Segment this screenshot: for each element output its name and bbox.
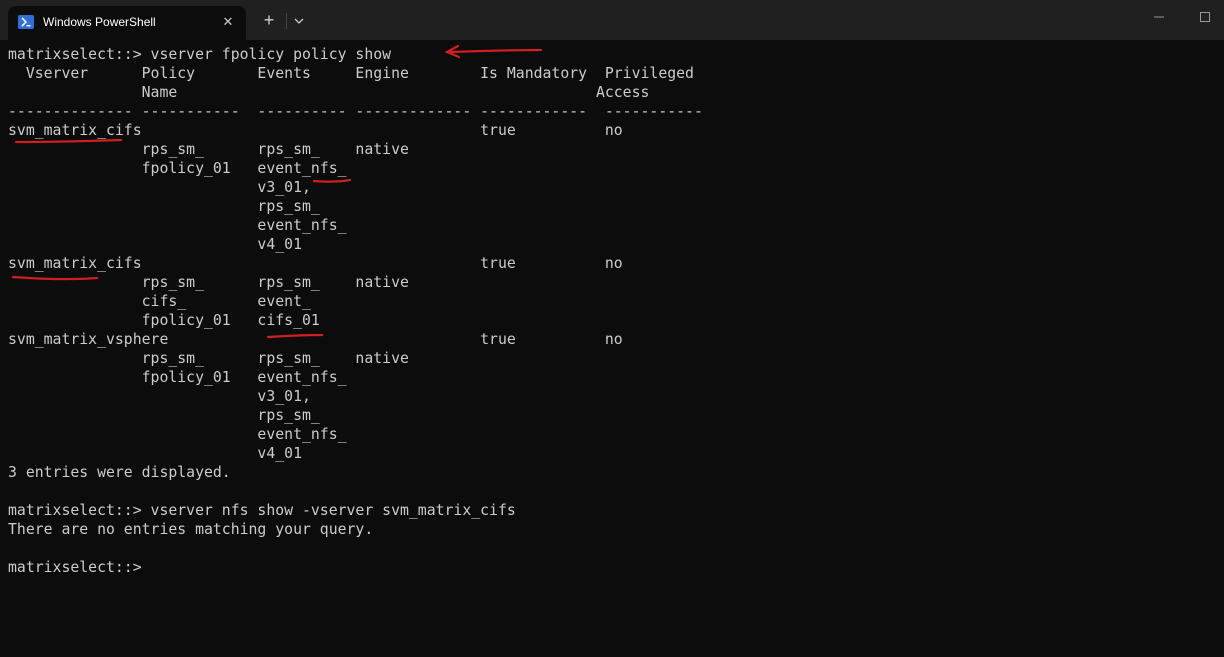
terminal-output[interactable]: matrixselect::> vserver fpolicy policy s… [8,45,1218,650]
terminal-line: There are no entries matching your query… [8,521,374,538]
terminal-line: matrixselect::> vserver nfs show -vserve… [8,502,516,519]
terminal-line: matrixselect::> vserver fpolicy policy s… [8,46,392,63]
terminal-line: rps_sm_ rps_sm_ native [8,350,409,367]
terminal-line: v4_01 [8,236,302,253]
close-icon[interactable]: ✕ [218,12,238,32]
terminal-line: matrixselect::> [8,559,142,576]
tab-separator [286,13,287,29]
tab-title: Windows PowerShell [43,15,156,29]
terminal-line: v3_01, [8,179,311,196]
terminal-line: rps_sm_ rps_sm_ native [8,141,409,158]
terminal-line: fpolicy_01 event_nfs_ [8,369,347,386]
minimize-icon[interactable] [1136,0,1182,34]
terminal-line: rps_sm_ rps_sm_ native [8,274,409,291]
terminal-line: cifs_ event_ [8,293,311,310]
terminal-line: fpolicy_01 event_nfs_ [8,160,347,177]
terminal-line: event_nfs_ [8,217,347,234]
terminal-line: Vserver Policy Events Engine Is Mandator… [8,65,694,82]
terminal-line: event_nfs_ [8,426,347,443]
terminal-line: rps_sm_ [8,407,320,424]
terminal-line: rps_sm_ [8,198,320,215]
terminal-line: svm_matrix_cifs true no [8,122,623,139]
terminal-line: -------------- ----------- ---------- --… [8,103,703,120]
chevron-down-icon[interactable] [290,10,308,32]
powershell-icon [18,15,34,29]
terminal-line: 3 entries were displayed. [8,464,231,481]
terminal-line: fpolicy_01 cifs_01 [8,312,320,329]
terminal-line: svm_matrix_vsphere true no [8,331,623,348]
plus-icon[interactable]: + [258,10,280,32]
terminal-line: svm_matrix_cifs true no [8,255,623,272]
terminal-line: v4_01 [8,445,302,462]
terminal-line: Name Access [8,84,650,101]
terminal-line: v3_01, [8,388,311,405]
maximize-icon[interactable] [1182,0,1224,34]
title-bar: Windows PowerShell ✕ + [0,0,1224,40]
tab-windows-powershell[interactable]: Windows PowerShell ✕ [8,6,246,40]
